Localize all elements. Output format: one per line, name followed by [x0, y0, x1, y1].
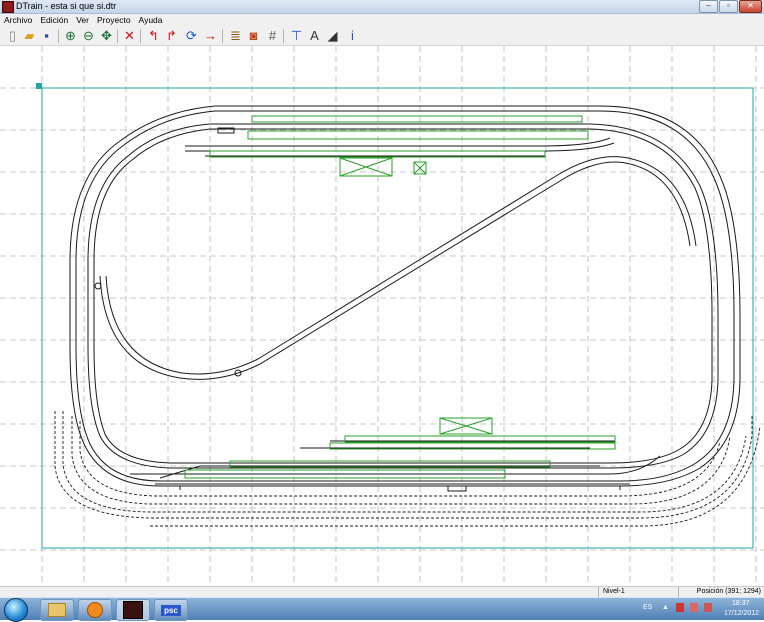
menu-edicion[interactable]: Edición	[36, 14, 72, 26]
track-outer-rail	[75, 110, 735, 482]
volume-icon[interactable]	[704, 603, 712, 612]
track-outer	[69, 105, 741, 487]
info-icon[interactable]: i	[344, 27, 361, 44]
menu-archivo[interactable]: Archivo	[0, 14, 36, 26]
hidden-track-3	[71, 416, 731, 505]
building-1-cross	[339, 157, 393, 177]
grid-icon[interactable]: #	[264, 27, 281, 44]
save-icon[interactable]: ▪	[38, 27, 55, 44]
zoom-in-icon[interactable]: ⊕	[62, 27, 79, 44]
ruler-icon[interactable]: ⊤	[288, 27, 305, 44]
toolbar-separator	[283, 29, 284, 43]
curve-left-icon[interactable]: ↰	[145, 27, 162, 44]
board-handle[interactable]	[36, 83, 42, 89]
track-inner	[87, 123, 719, 469]
clock-date[interactable]: 17/12/2012	[724, 610, 759, 617]
network-icon[interactable]	[676, 603, 684, 612]
new-file-icon[interactable]: ▯	[4, 27, 21, 44]
delete-icon[interactable]: ✕	[121, 27, 138, 44]
close-button[interactable]: ✕	[739, 0, 762, 13]
toolbar-separator	[58, 29, 59, 43]
straight-track-icon[interactable]: →	[202, 27, 219, 44]
toolbar-separator	[222, 29, 223, 43]
psc-label: psc	[161, 604, 181, 616]
toolbar: ▯ ▰ ▪ ⊕ ⊖ ✥ ✕ ↰ ↱ ⟳ → ≣ ◙ # ⊤ A ◢ i	[0, 26, 764, 46]
pan-icon[interactable]: ✥	[98, 27, 115, 44]
media-player-icon	[87, 602, 103, 618]
buffer-stops	[179, 486, 621, 490]
dtrain-taskbar-button[interactable]	[116, 599, 150, 621]
building-3-cross	[439, 417, 493, 435]
text-tool-icon[interactable]: A	[306, 27, 323, 44]
locomotive-icon[interactable]: ◙	[245, 27, 262, 44]
diagonal-track	[99, 161, 691, 380]
app-icon	[2, 1, 14, 13]
position-status: Posición (391; 1294)	[678, 587, 764, 597]
system-tray: ES ▲ 18:37 17/12/2012	[636, 598, 764, 620]
menu-proyecto[interactable]: Proyecto	[93, 14, 135, 26]
track-inner-rail	[93, 128, 713, 464]
yard-track-1	[130, 455, 661, 475]
open-folder-icon[interactable]: ▰	[21, 27, 38, 44]
dtrain-icon	[123, 601, 143, 619]
minimize-button[interactable]: –	[699, 0, 718, 13]
platform-upper	[247, 130, 589, 140]
window-controls: – ▫ ✕	[699, 0, 762, 13]
explorer-taskbar-button[interactable]	[40, 599, 74, 621]
menu-ayuda[interactable]: Ayuda	[135, 14, 167, 26]
platform-top	[251, 115, 583, 123]
menu-bar: Archivo Edición Ver Proyecto Ayuda	[0, 14, 764, 26]
clock-time[interactable]: 18:37	[732, 600, 750, 607]
title-bar: DTrain - esta si que si.dtr – ▫ ✕	[0, 0, 764, 14]
flag-icon[interactable]	[690, 603, 698, 612]
start-button[interactable]	[4, 598, 28, 622]
toolbar-separator	[117, 29, 118, 43]
main-loop	[69, 105, 741, 492]
diagonal-track-rail	[105, 156, 697, 375]
taskbar: psc ES ▲ 18:37 17/12/2012	[0, 597, 764, 622]
track-block	[447, 485, 467, 492]
curve-right-icon[interactable]: ↱	[163, 27, 180, 44]
maximize-button[interactable]: ▫	[719, 0, 738, 13]
language-indicator[interactable]: ES	[643, 604, 652, 611]
rotate-icon[interactable]: ⟳	[183, 27, 200, 44]
list-icon[interactable]: ≣	[227, 27, 244, 44]
slope-icon[interactable]: ◢	[324, 27, 341, 44]
layout-canvas[interactable]	[0, 46, 764, 586]
window-title: DTrain - esta si que si.dtr	[16, 1, 117, 11]
status-bar: Nivel-1 Posición (391; 1294)	[0, 586, 764, 597]
media-player-taskbar-button[interactable]	[78, 599, 112, 621]
folder-icon	[48, 603, 66, 617]
top-siding-rail	[185, 142, 615, 152]
toolbar-separator	[140, 29, 141, 43]
zoom-out-icon[interactable]: ⊖	[80, 27, 97, 44]
turnout	[94, 282, 102, 290]
psc-taskbar-button[interactable]: psc	[154, 599, 188, 621]
hidden-track-4	[79, 421, 721, 497]
level-status: Nivel-1	[598, 587, 679, 597]
menu-ver[interactable]: Ver	[72, 14, 93, 26]
tray-expand-icon[interactable]: ▲	[662, 604, 669, 611]
grid	[0, 46, 764, 586]
track-plan	[0, 46, 764, 586]
